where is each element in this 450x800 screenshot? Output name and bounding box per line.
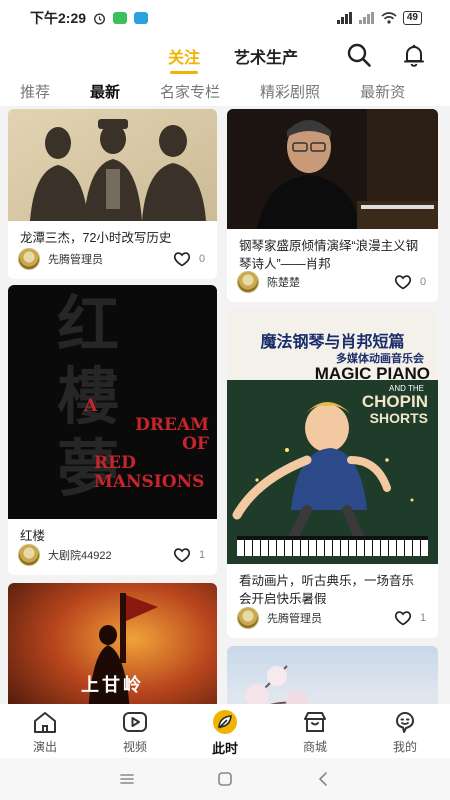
like-count: 0 [199, 253, 206, 265]
nav-label: 视频 [122, 740, 147, 754]
card-meta: 先腾管理员 1 [237, 606, 428, 630]
nav-now[interactable]: 此时 [180, 704, 270, 758]
tab-master-column[interactable]: 名家专栏 [160, 81, 220, 102]
avatar [18, 248, 40, 270]
tab-follow[interactable]: 关注 [168, 44, 200, 74]
alarm-icon [94, 12, 106, 25]
shop-icon [304, 712, 326, 732]
piano-keys [237, 536, 428, 556]
tab-recommend[interactable]: 推荐 [20, 81, 50, 102]
nav-label: 此时 [211, 741, 238, 756]
card-title: 钢琴家盛原倾情演绎“浪漫主义钢琴诗人”——肖邦 [239, 239, 419, 271]
heart-icon[interactable] [394, 274, 412, 290]
like-count: 0 [420, 276, 427, 288]
bell-icon[interactable] [401, 42, 427, 68]
card-meta: 陈楚楚 0 [237, 270, 428, 294]
poster-english-title: A DREAM OF RED MANSIONS [84, 397, 209, 492]
tab-latest-news[interactable]: 最新资 [360, 81, 405, 102]
pianist-photo [227, 109, 438, 229]
wechat-icon [113, 12, 128, 24]
message-app-icon [134, 12, 149, 24]
magic-piano-poster: 魔法钢琴与肖邦短篇 多媒体动画音乐会 MAGIC PIANO AND THE C… [227, 310, 438, 564]
avatar [237, 607, 259, 629]
poster-en-line: MANSIONS [94, 472, 205, 492]
card-meta: 大剧院44922 1 [18, 543, 207, 567]
feed-card[interactable] [227, 646, 438, 704]
bottom-nav: 演出 视频 此时 商城 我的 [0, 704, 450, 758]
profile-icon [396, 712, 414, 733]
feed-card[interactable]: 钢琴家盛原倾情演绎“浪漫主义钢琴诗人”——肖邦 陈楚楚 0 [227, 109, 438, 302]
poster-en-line: RED [94, 453, 136, 473]
status-time: 下午2:29 [30, 10, 87, 26]
nav-label: 商城 [302, 740, 327, 754]
heart-icon[interactable] [173, 251, 191, 267]
cartoon-boy-illustration [232, 402, 414, 555]
sketch-portrait-image [8, 109, 217, 221]
menu-icon[interactable] [118, 770, 136, 788]
blossom-photo [227, 646, 438, 704]
blossom-branches [245, 665, 308, 704]
poster-en-line: OF [182, 434, 209, 454]
avatar [237, 271, 259, 293]
status-bar: 下午2:29 49 [0, 0, 450, 36]
poster-title: 上甘岭 [81, 675, 144, 695]
battery-indicator: 49 [402, 11, 422, 25]
like-count: 1 [420, 612, 427, 624]
card-author: 先腾管理员 [48, 254, 103, 266]
nav-video[interactable]: 视频 [90, 704, 180, 758]
tab-latest[interactable]: 最新 [90, 81, 120, 102]
wifi-icon [381, 12, 397, 24]
category-tabs: 推荐 最新 名家专栏 精彩剧照 最新资 [0, 76, 450, 106]
feed-card[interactable]: 魔法钢琴与肖邦短篇 多媒体动画音乐会 MAGIC PIANO AND THE C… [227, 310, 438, 638]
leaf-icon [213, 710, 237, 734]
system-nav-bar [0, 758, 450, 800]
like-count: 1 [199, 549, 206, 561]
nav-label: 我的 [392, 740, 417, 754]
feed-card[interactable]: 龙潭三杰，72小时改写历史 先腾管理员 0 [8, 109, 217, 279]
card-title: 看动画片，听古典乐，一场音乐会开启快乐暑假 [239, 574, 415, 606]
tab-stage-photos[interactable]: 精彩剧照 [260, 81, 320, 102]
top-nav: 关注 艺术生产 [0, 36, 450, 76]
nav-label: 演出 [32, 740, 57, 754]
signal-icon [336, 12, 352, 24]
signal-2-icon [358, 12, 374, 24]
poster-en-line: A [84, 396, 98, 416]
home-button-icon[interactable] [216, 770, 234, 788]
nav-mine[interactable]: 我的 [360, 704, 450, 758]
card-author: 先腾管理员 [267, 613, 322, 625]
feed-card[interactable]: 红 樓 夢 A DREAM OF RED MANSIONS 红楼 大剧院4492… [8, 285, 217, 575]
nav-shop[interactable]: 商城 [270, 704, 360, 758]
heart-icon[interactable] [173, 547, 191, 563]
tab-art-production[interactable]: 艺术生产 [234, 44, 298, 68]
feed-card[interactable]: 上甘岭 [8, 583, 217, 704]
heart-icon[interactable] [394, 610, 412, 626]
card-title: 龙潭三杰，72小时改写历史 [20, 231, 172, 245]
play-icon [123, 712, 147, 732]
feed[interactable]: 龙潭三杰，72小时改写历史 先腾管理员 0 钢琴家盛原倾情演绎“浪漫主义钢琴诗人… [0, 106, 450, 704]
card-author: 陈楚楚 [267, 277, 300, 289]
hongloumeng-poster: 红 樓 夢 A DREAM OF RED MANSIONS [8, 285, 217, 519]
nav-shows[interactable]: 演出 [0, 704, 90, 758]
poster-en-line: DREAM [135, 415, 209, 435]
avatar [18, 544, 40, 566]
search-icon[interactable] [346, 42, 372, 68]
card-meta: 先腾管理员 0 [18, 247, 207, 271]
back-icon[interactable] [314, 770, 332, 788]
home-icon [34, 712, 56, 733]
shangganling-poster: 上甘岭 [8, 583, 217, 704]
card-author: 大剧院44922 [48, 550, 112, 562]
